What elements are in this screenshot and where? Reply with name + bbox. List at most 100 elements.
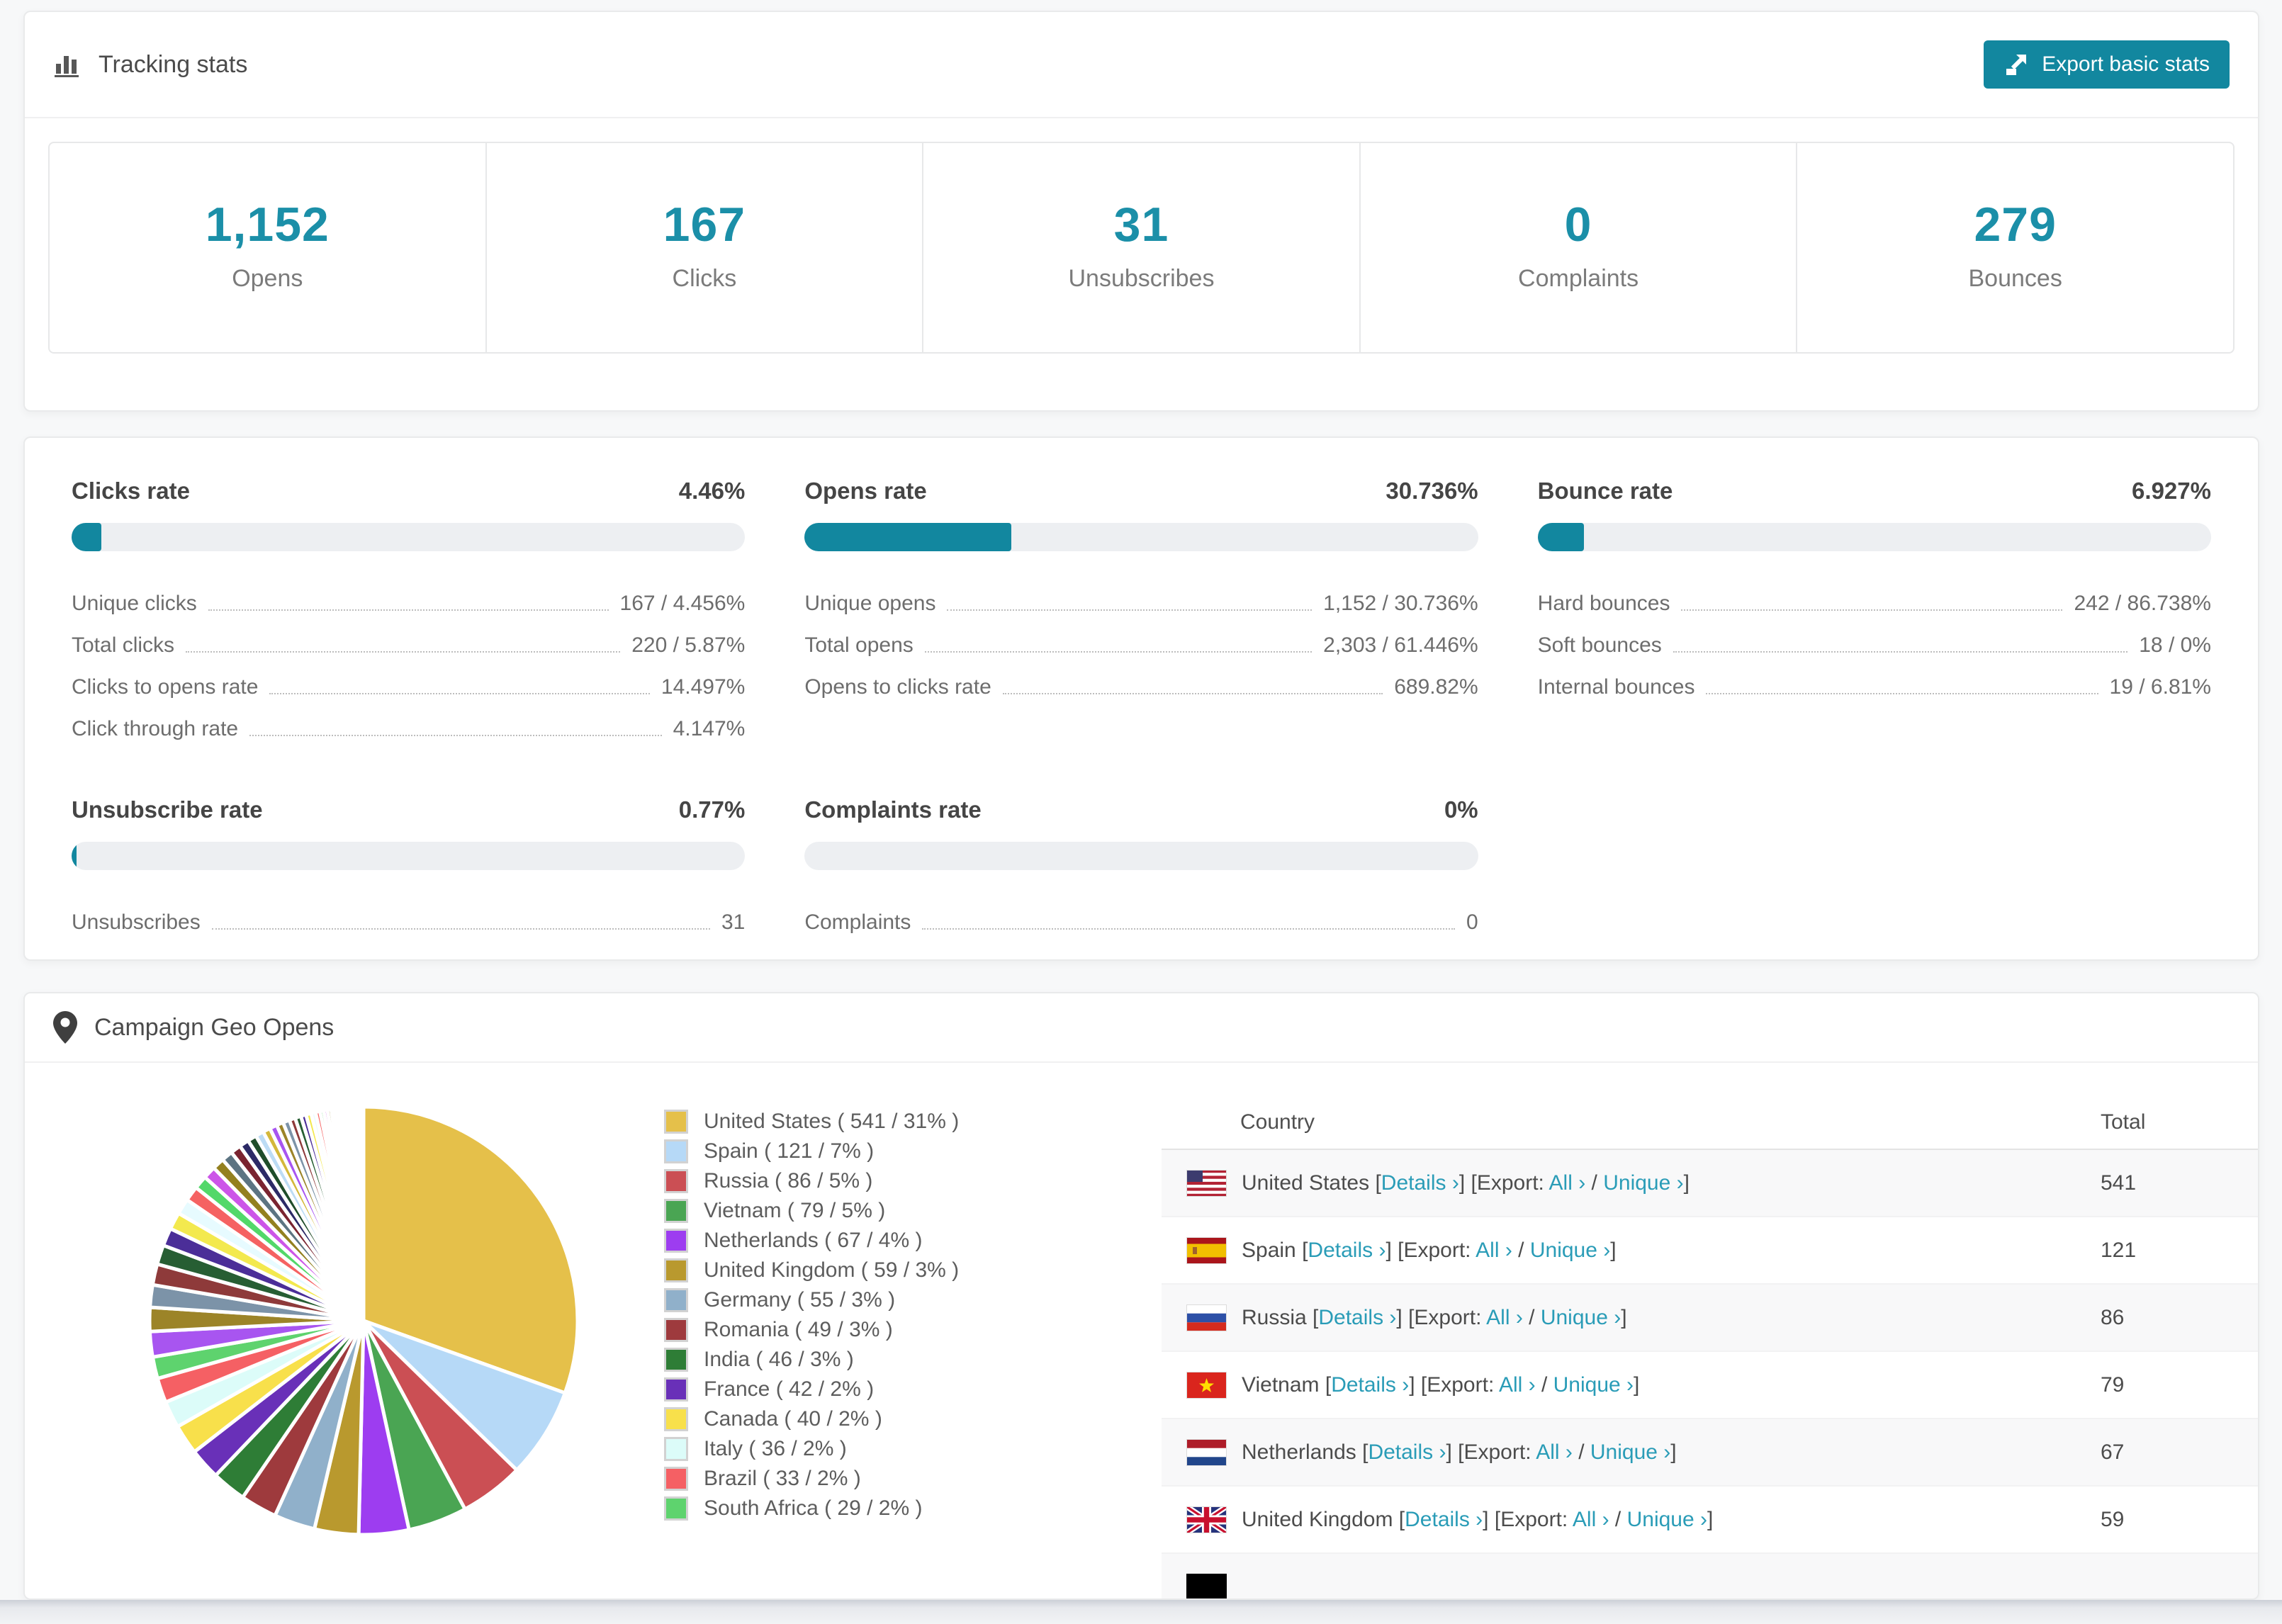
stat-label: Bounces xyxy=(1968,265,2062,292)
dotted-leader xyxy=(1002,692,1383,694)
export-basic-stats-button[interactable]: Export basic stats xyxy=(1984,40,2230,89)
legend-item: United States ( 541 / 31% ) xyxy=(664,1107,959,1137)
legend-item: Spain ( 121 / 7% ) xyxy=(664,1137,959,1166)
export-label: Export: xyxy=(1414,1305,1487,1329)
rate-panel-bounce-rate: Bounce rate 6.927% Hard bounces 242 / 86.73… xyxy=(1537,478,2211,750)
legend-item: Germany ( 55 / 3% ) xyxy=(664,1285,959,1315)
pie-legend: United States ( 541 / 31% ) Spain ( 121 /… xyxy=(664,1107,959,1523)
legend-item: Italy ( 36 / 2% ) xyxy=(664,1434,959,1464)
rate-title: Bounce rate xyxy=(1537,478,1673,504)
stat-label: Opens xyxy=(232,265,303,292)
details-link[interactable]: Details › xyxy=(1308,1239,1386,1262)
geo-pie-chart[interactable] xyxy=(144,1101,583,1540)
stat-card: 279 Bounces xyxy=(1797,143,2233,352)
legend-label: Romania ( 49 / 3% ) xyxy=(704,1318,893,1341)
metric-label: Clicks to opens rate xyxy=(72,675,259,699)
legend-swatch xyxy=(664,1407,688,1431)
metric-value: 220 / 5.87% xyxy=(631,633,746,657)
details-link[interactable]: Details › xyxy=(1318,1306,1396,1329)
bar-chart-icon xyxy=(53,50,82,79)
export-unique-link[interactable]: Unique › xyxy=(1541,1306,1621,1329)
export-all-link[interactable]: All › xyxy=(1499,1373,1536,1397)
details-link[interactable]: Details › xyxy=(1368,1440,1446,1464)
metric-label: Hard bounces xyxy=(1537,591,1670,615)
legend-swatch xyxy=(664,1496,688,1521)
rate-title: Clicks rate xyxy=(72,478,190,504)
dotted-leader xyxy=(924,650,1313,653)
export-unique-link[interactable]: Unique › xyxy=(1627,1508,1707,1531)
metric-value: 4.147% xyxy=(673,716,746,740)
export-label: Export: xyxy=(1463,1440,1536,1464)
country-cell: Netherlands [Details ›] [Export: All › /… xyxy=(1242,1440,1677,1464)
progress-fill xyxy=(72,842,77,870)
stat-value: 31 xyxy=(1113,198,1169,252)
export-all-link[interactable]: All › xyxy=(1573,1508,1609,1531)
stat-label: Clicks xyxy=(672,265,737,292)
row-total: 86 xyxy=(2101,1305,2125,1329)
legend-item: United Kingdom ( 59 / 3% ) xyxy=(664,1256,959,1285)
legend-label: India ( 46 / 3% ) xyxy=(704,1348,854,1371)
details-link[interactable]: Details › xyxy=(1381,1171,1459,1195)
tracking-stats-header: Tracking stats Export basic stats xyxy=(25,12,2258,118)
rate-panel-unsubscribe-rate: Unsubscribe rate 0.77% Unsubscribes 31 xyxy=(72,796,746,943)
row-total: 79 xyxy=(2101,1372,2125,1397)
dotted-leader xyxy=(947,609,1313,611)
metric-row: Unique opens 1,152 / 30.736% xyxy=(804,582,1478,624)
export-all-link[interactable]: All › xyxy=(1486,1306,1523,1329)
legend-label: Spain ( 121 / 7% ) xyxy=(704,1139,875,1163)
table-row: Spain [Details ›] [Export: All › / Uniqu… xyxy=(1162,1217,2258,1285)
table-row: Russia [Details ›] [Export: All › / Uniq… xyxy=(1162,1285,2258,1352)
column-header-country: Country xyxy=(1240,1110,1315,1134)
dotted-leader xyxy=(1706,692,2098,694)
legend-swatch xyxy=(664,1229,688,1253)
table-row: United Kingdom [Details ›] [Export: All … xyxy=(1162,1487,2258,1554)
metric-label: Unique opens xyxy=(804,591,936,615)
metric-row: Complaints 0 xyxy=(804,901,1478,943)
metric-label: Opens to clicks rate xyxy=(804,675,991,699)
rate-title: Unsubscribe rate xyxy=(72,796,263,823)
metric-row: Clicks to opens rate 14.497% xyxy=(72,666,745,708)
export-all-link[interactable]: All › xyxy=(1536,1440,1573,1464)
table-row xyxy=(1162,1554,2258,1598)
progress-bar xyxy=(72,842,746,870)
geo-title: Campaign Geo Opens xyxy=(94,1013,335,1041)
country-flag-nl xyxy=(1186,1438,1227,1466)
export-unique-link[interactable]: Unique › xyxy=(1603,1171,1683,1195)
export-unique-link[interactable]: Unique › xyxy=(1553,1373,1634,1397)
legend-swatch xyxy=(664,1437,688,1461)
stat-card: 31 Unsubscribes xyxy=(923,143,1361,352)
legend-label: South Africa ( 29 / 2% ) xyxy=(704,1496,923,1520)
country-name: United Kingdom xyxy=(1242,1507,1393,1531)
export-all-link[interactable]: All › xyxy=(1476,1239,1512,1262)
legend-item: Vietnam ( 79 / 5% ) xyxy=(664,1196,959,1226)
country-name: Netherlands xyxy=(1242,1440,1356,1464)
legend-swatch xyxy=(664,1377,688,1402)
metric-label: Unsubscribes xyxy=(72,910,201,934)
dotted-leader xyxy=(269,692,650,694)
legend-item: Canada ( 40 / 2% ) xyxy=(664,1404,959,1434)
metric-value: 31 xyxy=(721,910,746,934)
location-pin-icon xyxy=(53,1011,77,1044)
rate-value: 30.736% xyxy=(1386,478,1478,504)
country-name: Spain xyxy=(1242,1238,1296,1262)
legend-item: France ( 42 / 2% ) xyxy=(664,1375,959,1404)
stat-card: 167 Clicks xyxy=(487,143,924,352)
details-link[interactable]: Details › xyxy=(1331,1373,1409,1397)
metric-row: Total clicks 220 / 5.87% xyxy=(72,624,745,666)
details-link[interactable]: Details › xyxy=(1405,1508,1483,1531)
dotted-leader xyxy=(208,609,609,611)
pie-slice-other[interactable] xyxy=(361,1105,366,1323)
country-flag-vn xyxy=(1186,1371,1227,1399)
export-unique-link[interactable]: Unique › xyxy=(1530,1239,1610,1262)
stat-card: 0 Complaints xyxy=(1361,143,1798,352)
metric-label: Total opens xyxy=(804,633,914,657)
legend-swatch xyxy=(664,1348,688,1372)
metric-rows: Unsubscribes 31 xyxy=(72,901,745,943)
geo-table: Country Total United States [Details ›] … xyxy=(1162,1096,2258,1598)
metric-row: Opens to clicks rate 689.82% xyxy=(804,666,1478,708)
export-unique-link[interactable]: Unique › xyxy=(1590,1440,1670,1464)
legend-label: Netherlands ( 67 / 4% ) xyxy=(704,1229,923,1252)
metric-rows: Unique clicks 167 / 4.456% Total clicks 220… xyxy=(72,582,745,750)
export-all-link[interactable]: All › xyxy=(1549,1171,1586,1195)
export-button-label: Export basic stats xyxy=(2042,52,2210,76)
